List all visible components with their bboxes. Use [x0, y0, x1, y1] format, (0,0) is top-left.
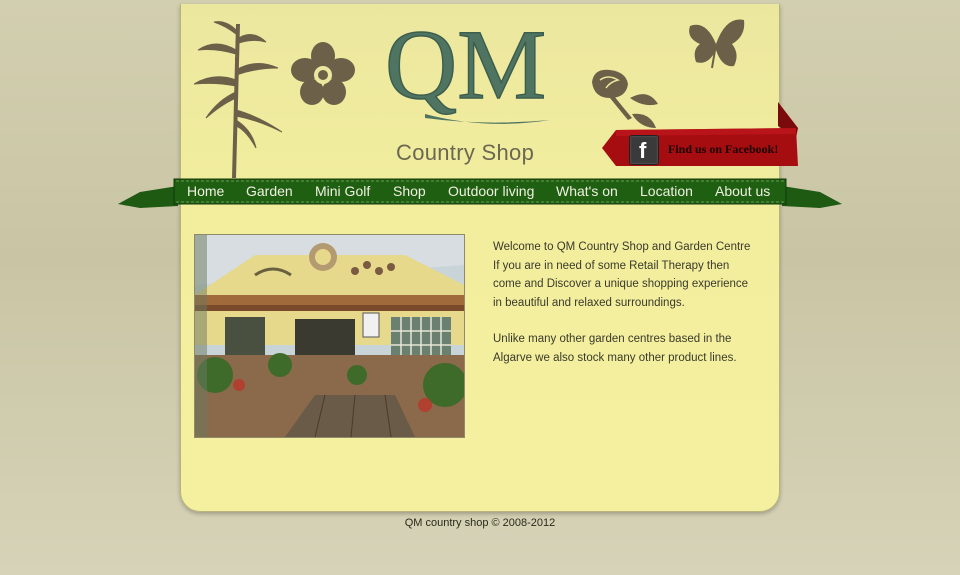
shop-photo: [194, 234, 465, 438]
main-nav: Home Garden Mini Golf Shop Outdoor livin…: [178, 180, 782, 204]
intro-paragraph: Welcome to QM Country Shop and Garden Ce…: [493, 241, 751, 309]
bamboo-icon: [193, 21, 283, 179]
nav-outdoor-living[interactable]: Outdoor living: [448, 183, 534, 199]
butterfly-icon: [689, 19, 745, 69]
logo-subtitle: Country Shop: [396, 140, 535, 165]
intro-paragraph: Unlike many other garden centres based i…: [493, 333, 737, 364]
nav-location[interactable]: Location: [640, 183, 693, 199]
nav-shop[interactable]: Shop: [393, 183, 426, 199]
nav-mini-golf[interactable]: Mini Golf: [315, 183, 370, 199]
facebook-icon[interactable]: f: [629, 135, 659, 165]
nav-garden[interactable]: Garden: [246, 183, 293, 199]
intro-text: Welcome to QM Country Shop and Garden Ce…: [493, 238, 758, 385]
nav-home[interactable]: Home: [187, 183, 224, 199]
qm-logo: QM: [385, 8, 550, 124]
nav-about-us[interactable]: About us: [715, 183, 770, 199]
facebook-link-label[interactable]: Find us on Facebook!: [668, 142, 778, 157]
footer-copyright: QM country shop © 2008-2012: [404, 517, 556, 529]
flower-icon: [291, 42, 355, 105]
nav-whats-on[interactable]: What's on: [556, 183, 618, 199]
logo-text: QM: [385, 9, 546, 120]
